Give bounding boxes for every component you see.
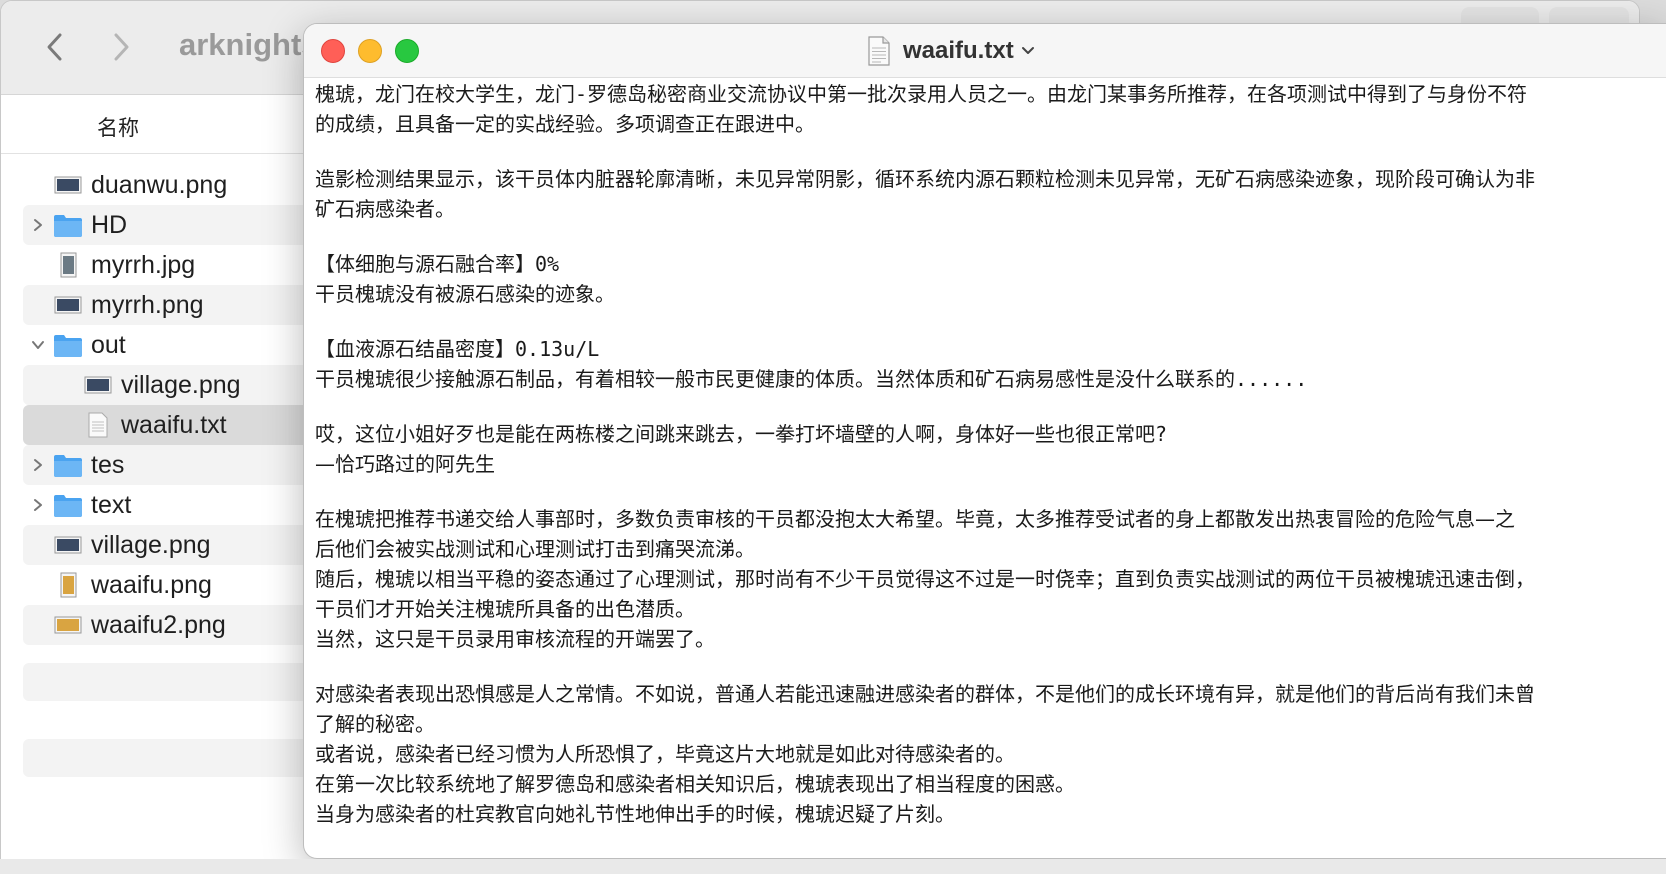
image-file-icon [53,252,83,278]
file-name: HD [91,210,128,239]
image-file-icon [83,372,113,398]
back-button[interactable] [37,27,73,67]
empty-row [23,777,323,815]
file-name: duanwu.png [91,170,228,199]
text-line: 【体细胞与源石融合率】0% [315,252,560,276]
file-row[interactable]: text [23,485,323,525]
minimize-button[interactable] [358,39,382,63]
file-name: waaifu.png [91,570,212,599]
folder-icon [53,492,83,518]
empty-row [23,739,323,777]
chevron-right-icon [114,33,129,61]
text-line: 造影检测结果显示，该干员体内脏器轮廓清晰，未见异常阴影，循环系统内源石颗粒检测未… [315,167,1535,191]
name-column-header[interactable]: 名称 [97,112,139,142]
image-file-icon [53,172,83,198]
text-line: 随后，槐琥以相当平稳的姿态通过了心理测试，那时尚有不少干员觉得这不过是一时侥幸；… [315,567,1535,591]
text-paragraph: 【血液源石结晶密度】0.13u/L 干员槐琥很少接触源石制品，有着相较一般市民更健… [315,334,1658,394]
image-file-icon [53,292,83,318]
chevron-left-icon [47,33,62,61]
window-bottom-edge [0,859,1666,874]
text-line: 槐琥，龙门在校大学生，龙门-罗德岛秘密商业交流协议中第一批次录用人员之一。由龙门… [315,82,1528,106]
file-row[interactable]: waaifu.txt [23,405,323,445]
text-line: 干员槐琥很少接触源石制品，有着相较一般市民更健康的体质。当然体质和矿石病易感性是… [315,367,1308,391]
text-line: 当然，这只是干员录用审核流程的开端罢了。 [315,627,715,651]
file-row[interactable]: waaifu2.png [23,605,323,645]
folder-icon [53,332,83,358]
image-file-icon [53,612,83,638]
file-name: village.png [121,370,241,399]
text-paragraph: 哎，这位小姐好歹也是能在两栋楼之间跳来跳去，一拳打坏墙壁的人啊，身体好一些也很正… [315,419,1658,479]
chevron-down-icon [1021,47,1034,54]
file-name: waaifu2.png [91,610,226,639]
text-line: 【血液源石结晶密度】0.13u/L [315,337,600,361]
textedit-window: waaifu.txt 槐琥，龙门在校大学生，龙门-罗德岛秘密商业交流协议中第一批… [303,23,1666,859]
file-name: myrrh.png [91,290,204,319]
text-editor-area[interactable]: 槐琥，龙门在校大学生，龙门-罗德岛秘密商业交流协议中第一批次录用人员之一。由龙门… [304,79,1666,858]
text-line: 在第一次比较系统地了解罗德岛和感染者相关知识后，槐琥表现出了相当程度的困惑。 [315,772,1075,796]
file-list: duanwu.png HD myrrh.jpg myrrh.png out village… [23,165,323,815]
empty-row [23,701,323,739]
file-name: myrrh.jpg [91,250,196,279]
zoom-button[interactable] [395,39,419,63]
file-row[interactable]: HD [23,205,323,245]
file-row[interactable]: myrrh.jpg [23,245,323,285]
text-paragraph: 对感染者表现出恐惧感是人之常情。不如说，普通人若能迅速融进感染者的群体，不是他们… [315,679,1658,829]
finder-window-title: arknights [179,27,319,62]
text-line: 后他们会被实战测试和心理测试打击到痛哭流涕。 [315,537,755,561]
file-row[interactable]: duanwu.png [23,165,323,205]
text-line: 哎，这位小姐好歹也是能在两栋楼之间跳来跳去，一拳打坏墙壁的人啊，身体好一些也很正… [315,422,1168,446]
folder-icon [53,212,83,238]
file-name: village.png [91,530,211,559]
text-paragraph: 槐琥，龙门在校大学生，龙门-罗德岛秘密商业交流协议中第一批次录用人员之一。由龙门… [315,79,1658,139]
textedit-titlebar[interactable]: waaifu.txt [304,24,1666,78]
disclosure-expanded-icon[interactable] [29,336,47,354]
file-row[interactable]: myrrh.png [23,285,323,325]
text-file-icon [83,412,113,438]
disclosure-collapsed-icon[interactable] [29,496,47,514]
document-title: waaifu.txt [903,37,1014,64]
file-row[interactable]: village.png [23,525,323,565]
text-line: —恰巧路过的阿先生 [315,452,495,476]
text-file-icon [868,36,890,66]
text-line: 当身为感染者的杜宾教官向她礼节性地伸出手的时候，槐琥迟疑了片刻。 [315,802,955,826]
file-row[interactable]: waaifu.png [23,565,323,605]
text-paragraph: 【体细胞与源石融合率】0% 干员槐琥没有被源石感染的迹象。 [315,249,1658,309]
file-row[interactable]: tes [23,445,323,485]
file-row[interactable]: out [23,325,323,365]
text-line: 了解的秘密。 [315,712,435,736]
text-line: 对感染者表现出恐惧感是人之常情。不如说，普通人若能迅速融进感染者的群体，不是他们… [315,682,1535,706]
image-file-icon [53,532,83,558]
disclosure-collapsed-icon[interactable] [29,216,47,234]
text-line: 的成绩，且具备一定的实战经验。多项调查正在跟进中。 [315,112,815,136]
file-name: out [91,330,126,359]
file-name: text [91,490,132,519]
disclosure-collapsed-icon[interactable] [29,456,47,474]
image-file-icon [53,572,83,598]
text-line: 干员们才开始关注槐琥所具备的出色潜质。 [315,597,695,621]
empty-row [23,645,323,663]
text-paragraph: 在槐琥把推荐书递交给人事部时，多数负责审核的干员都没抱太大希望。毕竟，太多推荐受… [315,504,1658,654]
text-line: 矿石病感染者。 [315,197,455,221]
text-paragraph: 造影检测结果显示，该干员体内脏器轮廓清晰，未见异常阴影，循环系统内源石颗粒检测未… [315,164,1658,224]
empty-row [23,663,323,701]
text-line: 或者说，感染者已经习惯为人所恐惧了，毕竟这片大地就是如此对待感染者的。 [315,742,1015,766]
document-title-menu[interactable]: waaifu.txt [867,34,1036,68]
forward-button[interactable] [103,27,139,67]
file-name: waaifu.txt [121,410,227,439]
text-line: 在槐琥把推荐书递交给人事部时，多数负责审核的干员都没抱太大希望。毕竟，太多推荐受… [315,507,1515,531]
close-button[interactable] [321,39,345,63]
file-name: tes [91,450,125,479]
text-line: 干员槐琥没有被源石感染的迹象。 [315,282,615,306]
folder-icon [53,452,83,478]
file-row[interactable]: village.png [23,365,323,405]
